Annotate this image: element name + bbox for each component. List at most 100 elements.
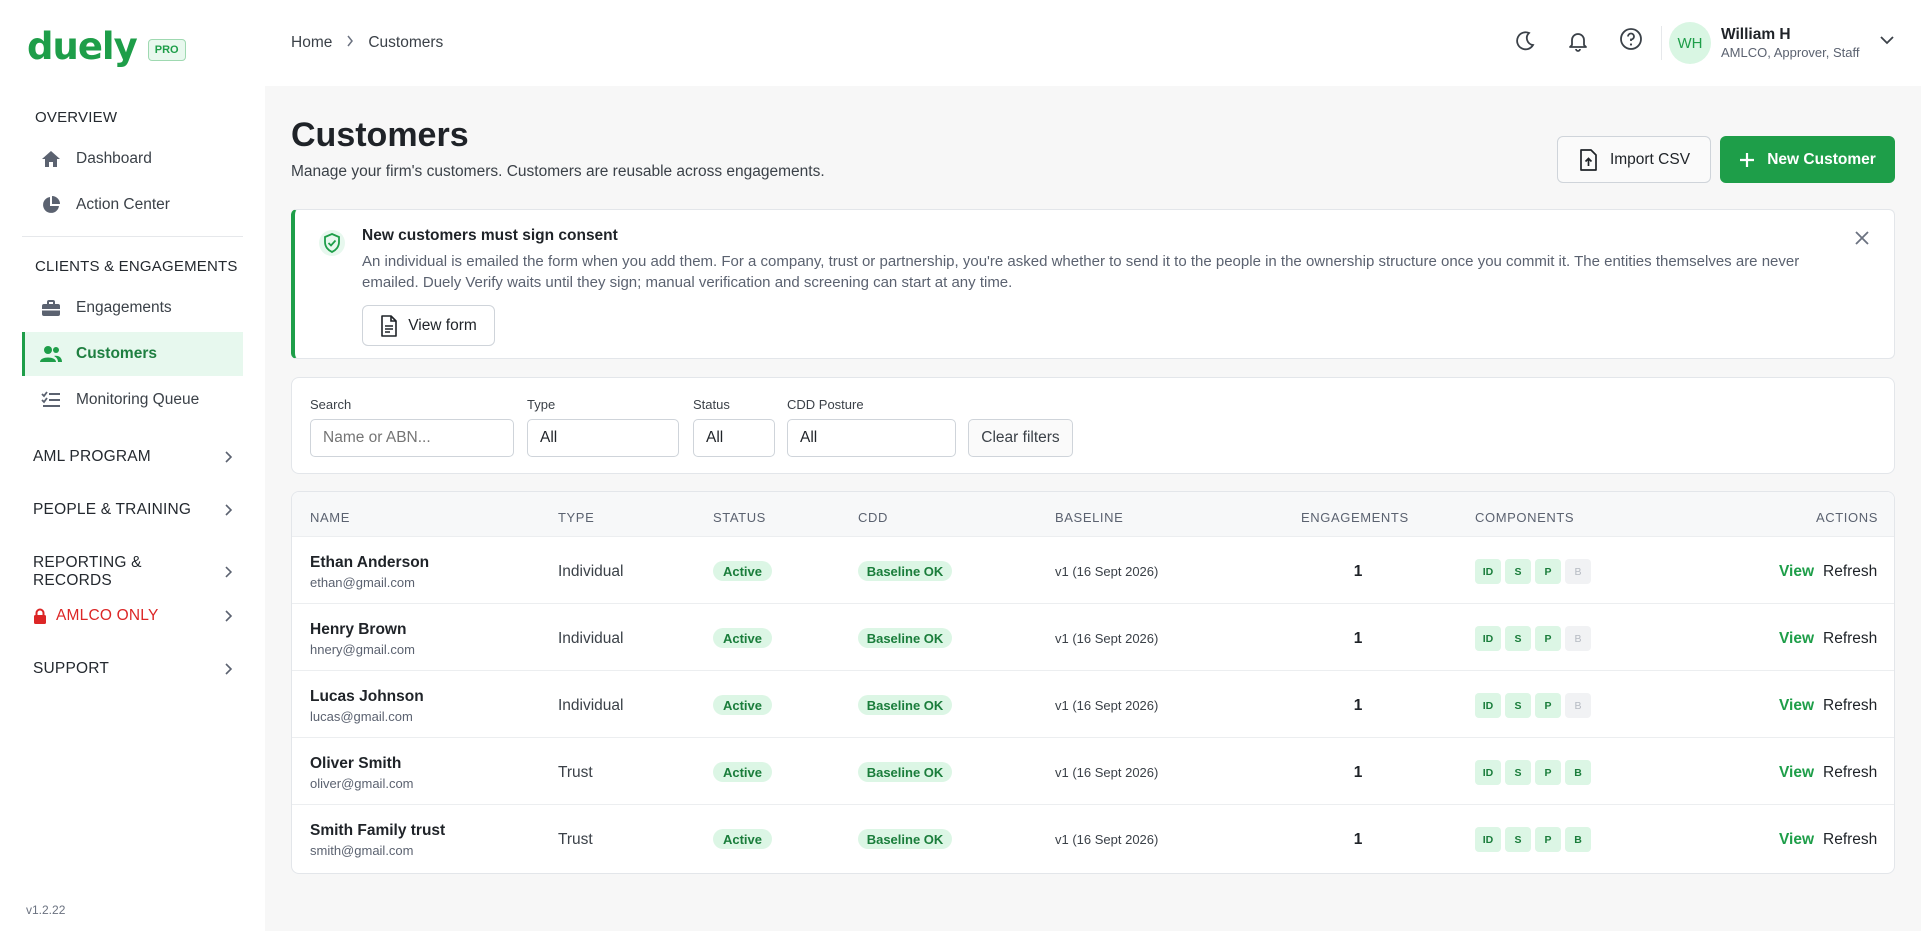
component-badge: P [1535, 827, 1561, 852]
sidebar-item-engagements[interactable]: Engagements [22, 286, 243, 330]
logo[interactable]: duely PRO [27, 24, 186, 70]
nav-group-label: AML PROGRAM [33, 448, 151, 465]
column-header-name[interactable]: NAME [310, 510, 350, 525]
sidebar-item-monitoring-queue[interactable]: Monitoring Queue [22, 378, 243, 422]
shield-check-icon [319, 230, 345, 256]
nav-group-support[interactable]: SUPPORT [33, 660, 233, 678]
nav-group-label: REPORTING & RECORDS [33, 554, 142, 589]
column-header-baseline[interactable]: BASELINE [1055, 510, 1123, 525]
user-name[interactable]: William H [1721, 26, 1791, 44]
column-header-engagements[interactable]: ENGAGEMENTS [1301, 510, 1409, 525]
table-header: NAME TYPE STATUS CDD BASELINE ENGAGEMENT… [292, 492, 1894, 536]
refresh-link[interactable]: Refresh [1823, 630, 1877, 648]
component-badge: B [1565, 827, 1591, 852]
baseline-version: v1 (16 Sept 2026) [1055, 631, 1159, 646]
component-badge: P [1535, 559, 1561, 584]
avatar[interactable]: WH [1669, 22, 1711, 64]
import-csv-button[interactable]: Import CSV [1557, 136, 1711, 183]
refresh-link[interactable]: Refresh [1823, 697, 1877, 715]
customer-type: Trust [558, 831, 593, 848]
consent-notice: New customers must sign consent An indiv… [291, 209, 1895, 359]
baseline-version: v1 (16 Sept 2026) [1055, 832, 1159, 847]
engagements-count: 1 [1353, 563, 1363, 580]
search-label: Search [310, 397, 352, 412]
close-icon[interactable] [1850, 226, 1874, 250]
type-filter-label: Type [527, 397, 556, 412]
component-badge: B [1565, 559, 1591, 584]
table-row[interactable]: Ethan Anderson ethan@gmail.com Individual A… [292, 536, 1894, 603]
nav-group-aml-program[interactable]: AML PROGRAM [33, 448, 233, 466]
refresh-link[interactable]: Refresh [1823, 764, 1877, 782]
component-badge: S [1505, 559, 1531, 584]
customer-email: lucas@gmail.com [310, 709, 413, 724]
nav-group-reporting-records[interactable]: REPORTING & RECORDS [33, 554, 233, 590]
search-input[interactable] [310, 419, 514, 457]
sidebar-item-action-center[interactable]: Action Center [22, 183, 243, 227]
component-badge: ID [1475, 559, 1501, 584]
nav-group-amlco-only[interactable]: AMLCO ONLY [33, 607, 233, 625]
view-link[interactable]: View [1779, 831, 1814, 849]
cdd-filter-label: CDD Posture [787, 397, 864, 412]
refresh-link[interactable]: Refresh [1823, 831, 1877, 849]
customer-name[interactable]: Ethan Anderson [310, 554, 429, 572]
customer-email: smith@gmail.com [310, 843, 414, 858]
customer-type: Individual [558, 563, 624, 580]
status-badge: Active [713, 695, 772, 715]
document-icon [380, 314, 398, 337]
nav-group-label: PEOPLE & TRAINING [33, 501, 192, 518]
new-customer-label: New Customer [1767, 150, 1876, 168]
table-row[interactable]: Oliver Smith oliver@gmail.com Trust Active B… [292, 737, 1894, 804]
component-badge: S [1505, 626, 1531, 651]
view-link[interactable]: View [1779, 630, 1814, 648]
component-badge: ID [1475, 626, 1501, 651]
chevron-down-icon[interactable] [1879, 32, 1895, 49]
view-link[interactable]: View [1779, 563, 1814, 581]
refresh-link[interactable]: Refresh [1823, 563, 1877, 581]
status-filter-select[interactable]: All [693, 419, 775, 457]
customer-name[interactable]: Henry Brown [310, 621, 406, 639]
column-header-type[interactable]: TYPE [558, 510, 594, 525]
breadcrumb: Home Customers [291, 34, 443, 52]
chevron-right-icon [225, 451, 233, 463]
view-form-button[interactable]: View form [362, 305, 495, 346]
customer-type: Trust [558, 764, 593, 781]
view-link[interactable]: View [1779, 764, 1814, 782]
sidebar-item-customers[interactable]: Customers [22, 332, 243, 376]
engagements-count: 1 [1353, 697, 1363, 714]
help-icon[interactable] [1616, 24, 1646, 54]
column-header-actions: ACTIONS [1816, 510, 1878, 525]
moon-icon[interactable] [1510, 26, 1540, 56]
sidebar-divider [22, 236, 243, 237]
customer-name[interactable]: Lucas Johnson [310, 688, 424, 706]
notice-body: An individual is emailed the form when y… [362, 253, 1800, 291]
component-badge: P [1535, 760, 1561, 785]
component-badge: S [1505, 693, 1531, 718]
customer-type: Individual [558, 630, 624, 647]
breadcrumb-home[interactable]: Home [291, 34, 332, 52]
view-link[interactable]: View [1779, 697, 1814, 715]
table-row[interactable]: Henry Brown hnery@gmail.com Individual Acti… [292, 603, 1894, 670]
column-header-status[interactable]: STATUS [713, 510, 766, 525]
clear-filters-button[interactable]: Clear filters [968, 419, 1073, 457]
customer-email: ethan@gmail.com [310, 575, 415, 590]
status-badge: Active [713, 561, 772, 581]
nav-group-people-training[interactable]: PEOPLE & TRAINING [33, 501, 233, 519]
component-badge: P [1535, 693, 1561, 718]
customer-name[interactable]: Oliver Smith [310, 755, 401, 773]
bell-icon[interactable] [1563, 26, 1593, 56]
new-customer-button[interactable]: New Customer [1720, 136, 1895, 183]
table-row[interactable]: Lucas Johnson lucas@gmail.com Individual Ac… [292, 670, 1894, 737]
engagements-count: 1 [1353, 764, 1363, 781]
status-badge: Active [713, 762, 772, 782]
column-header-cdd[interactable]: CDD [858, 510, 888, 525]
chevron-right-icon [225, 610, 233, 622]
chevron-right-icon [225, 504, 233, 516]
type-filter-select[interactable]: All [527, 419, 679, 457]
cdd-filter-select[interactable]: All [787, 419, 956, 457]
table-row[interactable]: Smith Family trust smith@gmail.com Trust Ac… [292, 804, 1894, 871]
sidebar-item-dashboard[interactable]: Dashboard [22, 137, 243, 181]
cdd-badge: Baseline OK [858, 628, 952, 648]
customer-name[interactable]: Smith Family trust [310, 822, 445, 840]
notice-title: New customers must sign consent [362, 227, 618, 244]
chevron-right-icon [225, 566, 233, 578]
